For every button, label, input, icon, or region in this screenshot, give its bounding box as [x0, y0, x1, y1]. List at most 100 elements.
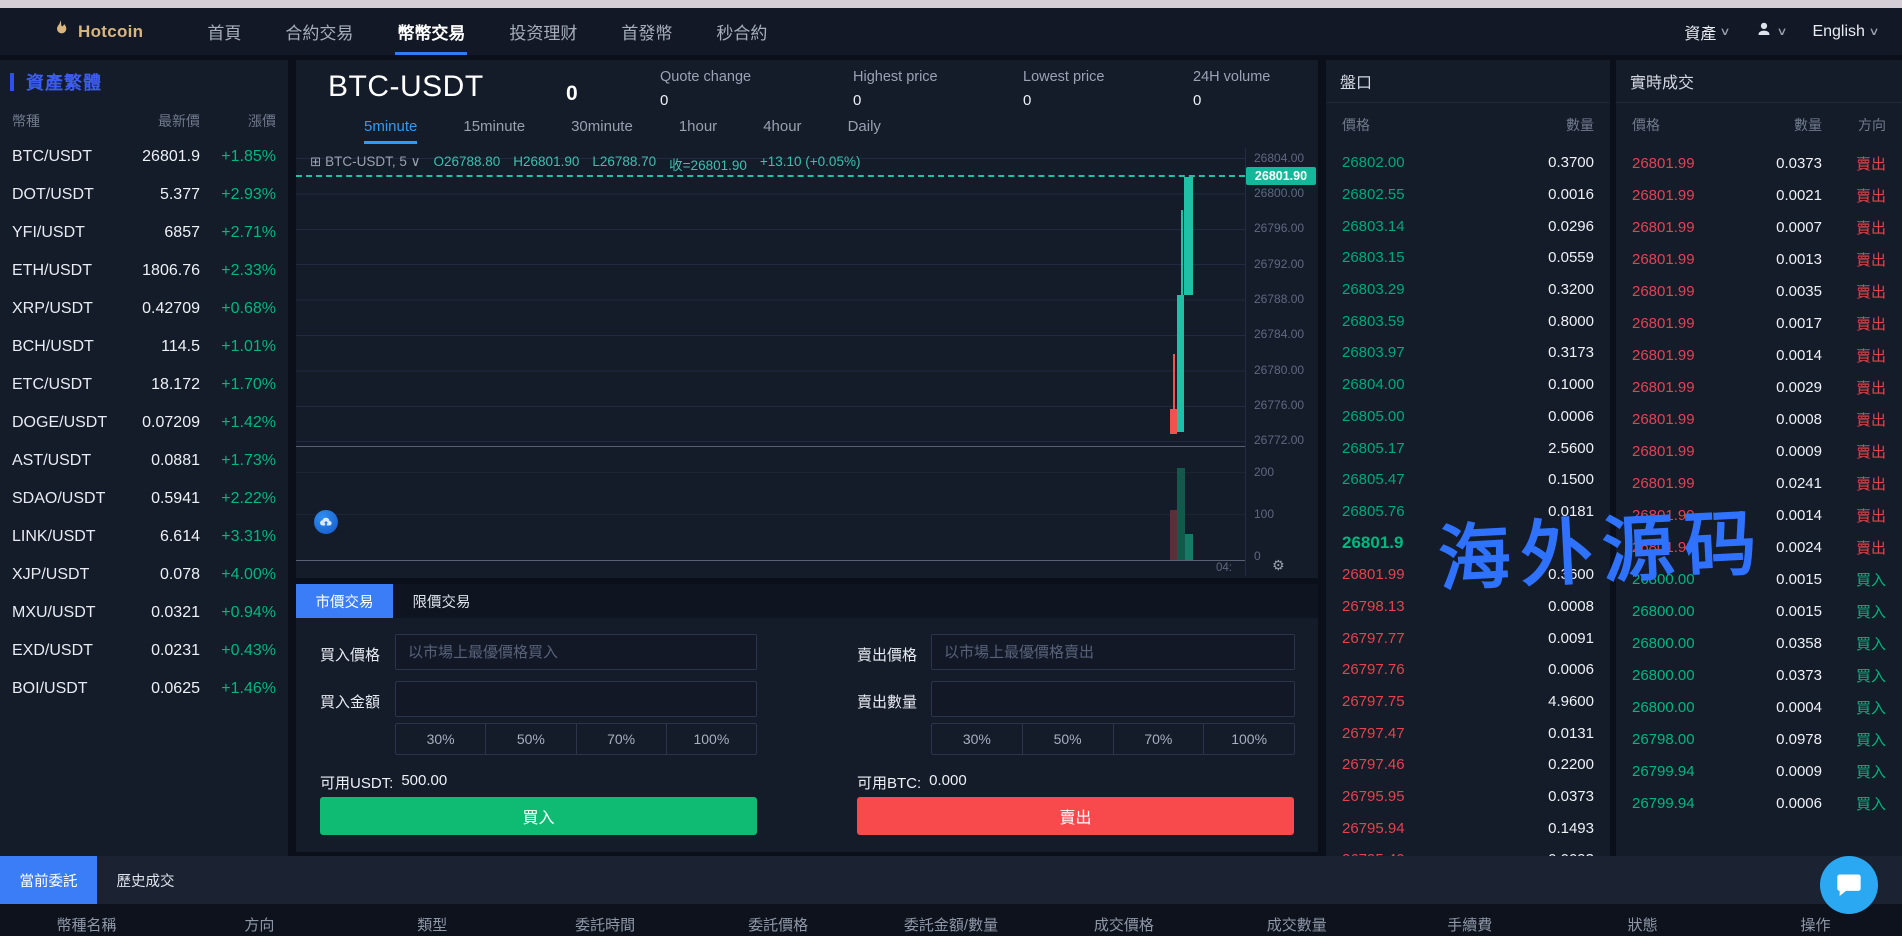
- timeframe-tab[interactable]: Daily: [848, 118, 881, 144]
- sell-button[interactable]: 賣出: [857, 797, 1294, 835]
- window-top-strip: [0, 0, 1902, 8]
- percent-button[interactable]: 100%: [665, 724, 756, 754]
- language-dropdown[interactable]: English ∨: [1812, 23, 1880, 41]
- trade-row: 26801.99 0.0007 賣出: [1632, 218, 1886, 237]
- pair-row[interactable]: XJP/USDT 0.078 +4.00%: [0, 556, 288, 594]
- bid-row[interactable]: 26801.99 0.3600: [1326, 559, 1610, 591]
- gear-icon[interactable]: ⚙: [1272, 557, 1285, 574]
- orderbook-columns: 價格 數量: [1342, 117, 1594, 133]
- ask-row[interactable]: 26802.55 0.0016: [1326, 179, 1610, 211]
- trade-row: 26801.99 0.0014 賣出: [1632, 506, 1886, 525]
- pair-row[interactable]: ETC/USDT 18.172 +1.70%: [0, 366, 288, 404]
- orders-tab[interactable]: 歷史成交: [97, 856, 194, 904]
- percent-button[interactable]: 50%: [1021, 724, 1113, 754]
- price-axis-border: [1245, 148, 1246, 576]
- bid-row[interactable]: 26797.77 0.0091: [1326, 622, 1610, 654]
- bid-row[interactable]: 26795.40 0.0093: [1326, 844, 1610, 856]
- pair-row[interactable]: EXD/USDT 0.0231 +0.43%: [0, 632, 288, 670]
- nav-item[interactable]: 首頁: [205, 8, 243, 55]
- pair-row[interactable]: ETH/USDT 1806.76 +2.33%: [0, 252, 288, 290]
- assets-dropdown[interactable]: 資產 ∨: [1684, 20, 1731, 44]
- sell-amount-input[interactable]: [931, 681, 1295, 717]
- trade-mode-tab[interactable]: 限價交易: [393, 584, 490, 618]
- bid-row[interactable]: 26795.95 0.0373: [1326, 781, 1610, 813]
- candle-wick-up: [1181, 210, 1183, 295]
- percent-button[interactable]: 30%: [932, 724, 1022, 754]
- orderbook-bids: 26801.99 0.3600 26798.13 0.0008 26797.77…: [1326, 559, 1610, 856]
- recent-trades-panel: 實時成交 價格 數量 方向 26801.99 0.0373 賣出 26801.9…: [1616, 60, 1902, 856]
- chart-panel: BTC-USDT 0 Quote change 0 Highest price …: [296, 60, 1318, 578]
- pair-row[interactable]: DOT/USDT 5.377 +2.93%: [0, 176, 288, 214]
- pair-row[interactable]: YFI/USDT 6857 +2.71%: [0, 214, 288, 252]
- bid-row[interactable]: 26797.76 0.0006: [1326, 654, 1610, 686]
- percent-button[interactable]: 70%: [575, 724, 666, 754]
- trade-row: 26801.99 0.0021 賣出: [1632, 186, 1886, 205]
- trade-row: 26801.99 0.0008 賣出: [1632, 410, 1886, 429]
- ask-row[interactable]: 26805.00 0.0006: [1326, 401, 1610, 433]
- percent-button[interactable]: 50%: [485, 724, 575, 754]
- buy-amount-input[interactable]: [395, 681, 757, 717]
- timeframe-tab[interactable]: 15minute: [463, 118, 525, 144]
- timeframe-tab[interactable]: 30minute: [571, 118, 633, 144]
- account-dropdown[interactable]: ∨: [1755, 20, 1788, 43]
- ask-row[interactable]: 26803.29 0.3200: [1326, 274, 1610, 306]
- chat-icon[interactable]: [1820, 856, 1878, 914]
- ask-row[interactable]: 26805.76 0.0181: [1326, 496, 1610, 528]
- percent-button[interactable]: 70%: [1112, 724, 1204, 754]
- orders-table-header: 幣種名稱 方向 類型 委託時間 委託價格 委託金額/數量 成交價格 成交數量 手續費 狀態 操作: [0, 904, 1902, 936]
- pair-row[interactable]: AST/USDT 0.0881 +1.73%: [0, 442, 288, 480]
- pair-row[interactable]: SDAO/USDT 0.5941 +2.22%: [0, 480, 288, 518]
- ask-row[interactable]: 26803.59 0.8000: [1326, 305, 1610, 337]
- ask-row[interactable]: 26803.14 0.0296: [1326, 210, 1610, 242]
- bid-row[interactable]: 26797.75 4.9600: [1326, 686, 1610, 718]
- current-price-line: [296, 175, 1245, 177]
- nav-item[interactable]: 首發幣: [619, 8, 674, 55]
- buy-button[interactable]: 買入: [320, 797, 757, 835]
- chevron-down-icon: ∨: [1868, 26, 1880, 38]
- trade-mode-tab[interactable]: 市價交易: [296, 584, 393, 618]
- nav-item[interactable]: 合約交易: [283, 8, 355, 55]
- buy-price-input[interactable]: [395, 634, 757, 670]
- orderbook-panel: 盤口 價格 數量 26802.00 0.3700 26802.55 0.0016…: [1326, 60, 1610, 856]
- ask-row[interactable]: 26805.47 0.1500: [1326, 464, 1610, 496]
- bid-row[interactable]: 26798.13 0.0008: [1326, 591, 1610, 623]
- trade-mode-tabs: 市價交易 限價交易: [296, 584, 1318, 618]
- sell-price-input[interactable]: [931, 634, 1295, 670]
- hotcoin-logo[interactable]: Hotcoin: [50, 19, 143, 44]
- bid-row[interactable]: 26797.47 0.0131: [1326, 717, 1610, 749]
- ask-row[interactable]: 26803.15 0.0559: [1326, 242, 1610, 274]
- pair-row[interactable]: BOI/USDT 0.0625 +1.46%: [0, 670, 288, 708]
- orders-column-label: 幣種名稱: [56, 917, 117, 934]
- pair-row[interactable]: DOGE/USDT 0.07209 +1.42%: [0, 404, 288, 442]
- pair-row[interactable]: LINK/USDT 6.614 +3.31%: [0, 518, 288, 556]
- pair-row[interactable]: XRP/USDT 0.42709 +0.68%: [0, 290, 288, 328]
- nav-item[interactable]: 投资理财: [507, 8, 579, 55]
- sell-available-balance: 可用BTC: 0.000: [857, 772, 967, 792]
- nav-item[interactable]: 幣幣交易: [395, 8, 468, 55]
- candle-body-down: [1170, 409, 1177, 434]
- ask-row[interactable]: 26804.00 0.1000: [1326, 369, 1610, 401]
- bid-row[interactable]: 26795.94 0.1493: [1326, 812, 1610, 844]
- chart-symbol-dropdown[interactable]: ⊞ BTC-USDT, 5 ∨: [310, 154, 420, 174]
- volume-bar-up: [1185, 534, 1193, 560]
- percent-button[interactable]: 30%: [396, 724, 485, 754]
- timeframe-tab[interactable]: 1hour: [679, 118, 717, 144]
- ohlc-readout: ⊞ BTC-USDT, 5 ∨ O26788.80 H26801.90 L267…: [310, 154, 861, 174]
- percent-button[interactable]: 100%: [1203, 724, 1294, 754]
- timeframe-tab[interactable]: 4hour: [763, 118, 801, 144]
- chart-gridlines: [296, 158, 1245, 442]
- ask-row[interactable]: 26805.17 2.5600: [1326, 432, 1610, 464]
- nav-item[interactable]: 秒合約: [714, 8, 769, 55]
- cloud-upload-icon[interactable]: [314, 510, 338, 534]
- bid-row[interactable]: 26797.46 0.2200: [1326, 749, 1610, 781]
- timeframe-tab[interactable]: 5minute: [364, 118, 418, 144]
- orders-tab[interactable]: 當前委託: [0, 856, 97, 904]
- trade-row: 26800.00 0.0004 買入: [1632, 698, 1886, 717]
- ask-row[interactable]: 26803.97 0.3173: [1326, 337, 1610, 369]
- ask-row[interactable]: 26802.00 0.3700: [1326, 147, 1610, 179]
- pair-row[interactable]: BTC/USDT 26801.9 +1.85%: [0, 138, 288, 176]
- orders-bottom-bar: 當前委託 歷史成交 幣種名稱 方向 類型 委託時間 委託價格 委託金額/數量 成交價格 成交數量…: [0, 856, 1902, 936]
- pair-row[interactable]: MXU/USDT 0.0321 +0.94%: [0, 594, 288, 632]
- buy-available-balance: 可用USDT: 500.00: [320, 772, 448, 792]
- pair-row[interactable]: BCH/USDT 114.5 +1.01%: [0, 328, 288, 366]
